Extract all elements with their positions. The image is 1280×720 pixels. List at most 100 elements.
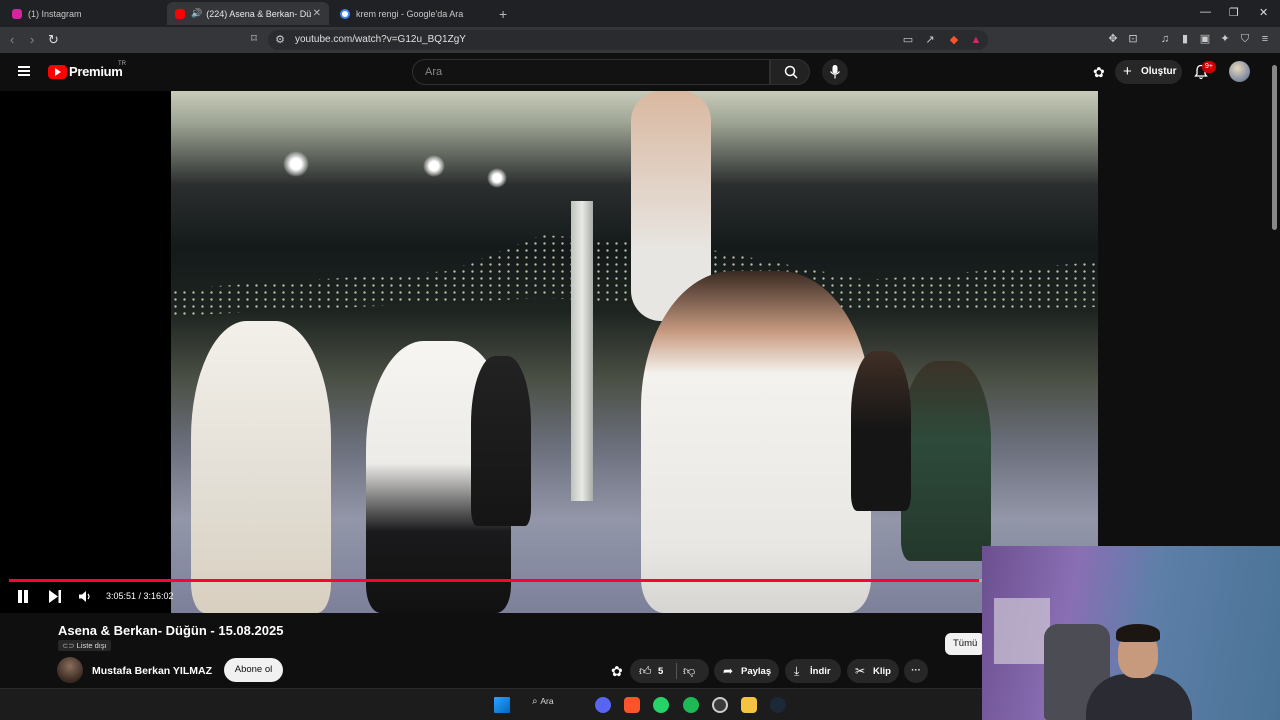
minimize-icon[interactable]: — bbox=[1200, 6, 1211, 18]
like-icon[interactable]: 👍︎ bbox=[639, 664, 652, 679]
download-icon: ⤓ bbox=[794, 664, 800, 678]
webcam-overlay bbox=[982, 546, 1280, 720]
browser-menu-icon[interactable]: ≡ bbox=[1259, 33, 1271, 45]
youtube-header: Premium TR Ara ✿ + Oluştur 9+ bbox=[0, 53, 1268, 91]
unlisted-badge: ⊂⊃ Liste dışı bbox=[58, 640, 111, 651]
notification-count-badge: 9+ bbox=[1202, 61, 1216, 73]
new-tab-button[interactable]: + bbox=[499, 6, 507, 22]
tab-instagram[interactable]: (1) Instagram bbox=[4, 2, 167, 25]
tab-label: (224) Asena & Berkan- Düğün bbox=[206, 8, 312, 19]
restore-icon[interactable]: ❐ bbox=[1229, 6, 1239, 19]
search-input[interactable]: Ara bbox=[412, 59, 770, 85]
file-explorer-icon[interactable] bbox=[741, 697, 757, 713]
speaker-icon: 🔊 bbox=[191, 8, 203, 18]
progress-bar[interactable] bbox=[9, 579, 982, 582]
video-info: Asena & Berkan- Düğün - 15.08.2025 ⊂⊃ Li… bbox=[0, 613, 982, 688]
pause-icon[interactable] bbox=[17, 590, 29, 603]
volume-icon[interactable] bbox=[78, 590, 92, 603]
scrollbar-thumb[interactable] bbox=[1272, 65, 1277, 230]
chatgpt-icon[interactable] bbox=[712, 697, 728, 713]
sidebar-icon[interactable]: ▮ bbox=[1179, 33, 1191, 45]
discord-icon[interactable] bbox=[595, 697, 611, 713]
share-icon: ➦ bbox=[723, 664, 734, 678]
browser-toolbar: ‹ › ↻ ⌑ ⚙ youtube.com/watch?v=G12u_BQ1Zg… bbox=[0, 27, 1280, 53]
spotify-icon[interactable] bbox=[683, 697, 699, 713]
close-tab-icon[interactable]: ✕ bbox=[313, 8, 321, 19]
download-button[interactable]: ⤓ İndir bbox=[785, 659, 841, 683]
subscribe-button[interactable]: Abone ol bbox=[224, 658, 283, 682]
youtube-logo-icon[interactable] bbox=[48, 65, 67, 79]
premium-gift-icon[interactable]: ✿ bbox=[611, 663, 623, 680]
scissors-icon: ✂ bbox=[855, 664, 866, 678]
voice-search-button[interactable] bbox=[822, 59, 848, 85]
video-title: Asena & Berkan- Düğün - 15.08.2025 bbox=[58, 623, 284, 638]
cast-icon[interactable]: ▭ bbox=[902, 34, 914, 46]
vpn-icon[interactable]: ⛉ bbox=[1239, 33, 1251, 45]
search-placeholder: Ara bbox=[425, 66, 443, 78]
windows-taskbar: ⌕ Ara bbox=[0, 688, 982, 720]
forward-icon[interactable]: › bbox=[30, 32, 34, 47]
search-button[interactable] bbox=[770, 59, 810, 85]
progress-bar-fill bbox=[9, 579, 980, 582]
site-info-icon[interactable]: ⚙ bbox=[274, 34, 286, 46]
reload-icon[interactable]: ↻ bbox=[48, 32, 59, 48]
instagram-icon bbox=[12, 8, 22, 19]
clip-label: Klip bbox=[873, 666, 891, 677]
divider bbox=[676, 663, 677, 679]
bookmark-icon[interactable]: ⌑ bbox=[248, 33, 260, 45]
video-frame[interactable] bbox=[171, 91, 1098, 613]
close-window-icon[interactable]: ✕ bbox=[1259, 6, 1268, 19]
dislike-icon[interactable]: 👎︎ bbox=[683, 664, 695, 679]
guest-white-shirt bbox=[191, 321, 331, 613]
clip-button[interactable]: ✂ Klip bbox=[847, 659, 899, 683]
steam-icon[interactable] bbox=[770, 697, 786, 713]
page-scrollbar[interactable] bbox=[1268, 53, 1280, 546]
leo-ai-icon[interactable]: ✦ bbox=[1219, 33, 1231, 45]
account-avatar[interactable] bbox=[1229, 61, 1250, 82]
plus-icon: + bbox=[1123, 63, 1132, 80]
next-video-icon[interactable] bbox=[48, 590, 62, 603]
hamburger-menu-icon[interactable] bbox=[18, 66, 30, 76]
media-icon[interactable]: ♫ bbox=[1159, 33, 1171, 45]
wallet-icon[interactable]: ▣ bbox=[1199, 33, 1211, 45]
url-text[interactable]: youtube.com/watch?v=G12u_BQ1ZgY bbox=[295, 34, 466, 45]
taskbar-search-label: Ara bbox=[540, 696, 554, 706]
create-label: Oluştur bbox=[1141, 66, 1177, 77]
main-dancer-white-shirt bbox=[641, 271, 871, 613]
filter-chip-all[interactable]: Tümü bbox=[945, 633, 986, 655]
whatsapp-icon[interactable] bbox=[653, 697, 669, 713]
share-button[interactable]: ➦ Paylaş bbox=[714, 659, 779, 683]
like-dislike-group: 👍︎ 5 👎︎ bbox=[630, 659, 709, 683]
guest-green-dress bbox=[901, 361, 991, 561]
create-button[interactable]: + Oluştur bbox=[1115, 60, 1182, 84]
youtube-icon bbox=[175, 8, 185, 19]
guest-dark-suit bbox=[471, 356, 531, 526]
premium-settings-icon[interactable]: ✿ bbox=[1093, 64, 1105, 81]
screenshot-icon[interactable]: ⊡ bbox=[1127, 33, 1139, 45]
address-bar[interactable]: ⚙ youtube.com/watch?v=G12u_BQ1ZgY ▭ ↗ ◆ … bbox=[268, 30, 988, 50]
back-icon[interactable]: ‹ bbox=[10, 32, 14, 47]
channel-avatar[interactable] bbox=[57, 657, 83, 683]
taskbar-search[interactable]: ⌕ Ara bbox=[532, 696, 554, 707]
brave-rewards-icon[interactable]: ▲ bbox=[970, 34, 982, 46]
brave-browser-icon[interactable] bbox=[624, 697, 640, 713]
browser-tab-bar: (1) Instagram 🔊 (224) Asena & Berkan- Dü… bbox=[0, 0, 1280, 27]
brave-shield-icon[interactable]: ◆ bbox=[948, 34, 960, 46]
extensions-icon[interactable]: ✥ bbox=[1107, 33, 1119, 45]
webcam-person-hair bbox=[1116, 624, 1160, 642]
video-player[interactable]: 3:05:51 / 3:16:02 bbox=[0, 91, 1098, 613]
channel-name[interactable]: Mustafa Berkan YILMAZ bbox=[92, 665, 212, 677]
search-icon bbox=[784, 65, 798, 79]
youtube-premium-logo[interactable]: Premium bbox=[69, 64, 123, 79]
stage-light bbox=[487, 168, 507, 188]
webcam-shelf bbox=[994, 598, 1050, 664]
tab-google-search[interactable]: krem rengi - Google'da Ara bbox=[332, 2, 494, 25]
tab-label: (1) Instagram bbox=[28, 8, 82, 19]
like-count[interactable]: 5 bbox=[658, 666, 663, 677]
more-actions-button[interactable]: ··· bbox=[904, 659, 928, 683]
windows-start-icon[interactable] bbox=[494, 697, 510, 713]
unlisted-label: Liste dışı bbox=[76, 641, 107, 650]
webcam-person-body bbox=[1086, 674, 1192, 720]
share-page-icon[interactable]: ↗ bbox=[924, 34, 936, 46]
tab-youtube-video[interactable]: 🔊 (224) Asena & Berkan- Düğün ✕ bbox=[167, 2, 329, 25]
